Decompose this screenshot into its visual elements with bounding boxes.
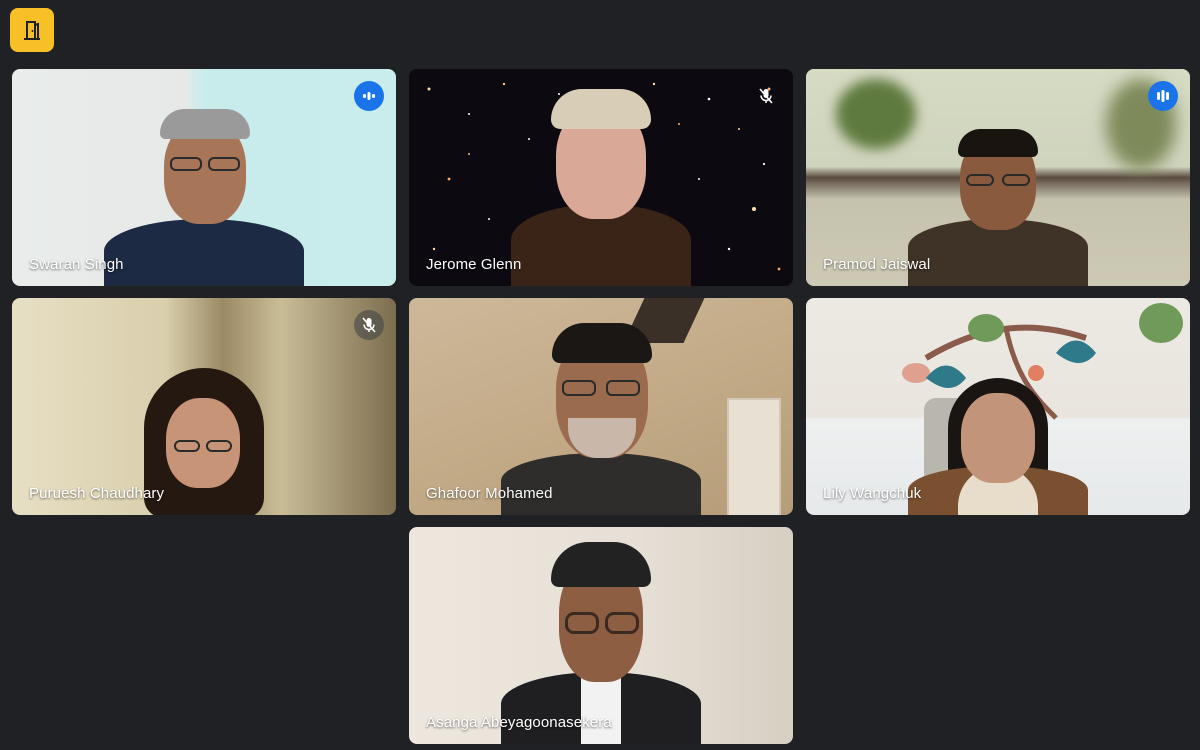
participant-name: Swaran Singh [29, 256, 124, 273]
speaking-indicator [354, 81, 384, 111]
participant-tile-lily-wangchuk[interactable]: Lily Wangchuk [806, 298, 1190, 515]
participant-tile-puruesh-chaudhary[interactable]: Puruesh Chaudhary [12, 298, 396, 515]
participant-name: Lily Wangchuk [823, 485, 922, 502]
participant-video [491, 84, 711, 286]
muted-indicator [354, 310, 384, 340]
participant-tile-asanga-abeyagoonasekera[interactable]: Asanga Abeyagoonasekera [409, 527, 793, 744]
participant-video [898, 378, 1098, 515]
participant-tile-jerome-glenn[interactable]: Jerome Glenn [409, 69, 793, 286]
speaking-indicator [1148, 81, 1178, 111]
leave-call-button[interactable] [10, 8, 54, 52]
participant-tile-pramod-jaiswal[interactable]: Pramod Jaiswal [806, 69, 1190, 286]
mic-off-icon [759, 88, 773, 104]
muted-indicator [751, 81, 781, 111]
participant-tile-swaran-singh[interactable]: Swaran Singh [12, 69, 396, 286]
participant-name: Jerome Glenn [426, 256, 522, 273]
door [727, 398, 781, 515]
participant-name: Puruesh Chaudhary [29, 485, 165, 502]
participant-video [94, 99, 314, 286]
mic-off-icon [362, 317, 376, 333]
participant-name: Asanga Abeyagoonasekera [426, 714, 612, 731]
participant-name: Pramod Jaiswal [823, 256, 931, 273]
audio-level-icon [1157, 90, 1169, 102]
participant-name: Ghafoor Mohamed [426, 485, 553, 502]
door-exit-icon [24, 21, 40, 40]
participant-tile-ghafoor-mohamed[interactable]: Ghafoor Mohamed [409, 298, 793, 515]
participant-video [481, 532, 721, 744]
audio-level-icon [363, 92, 375, 100]
